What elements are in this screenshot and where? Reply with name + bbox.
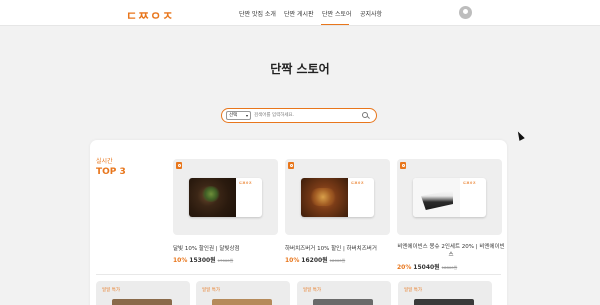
search-select-value: 선택: [229, 113, 238, 118]
daily-deal-card[interactable]: 일일 특가: [297, 281, 391, 305]
daily-deal-card[interactable]: 일일 특가: [96, 281, 190, 305]
product-name[interactable]: 하버치즈버거 10% 할인 | 하버치즈버거: [285, 244, 377, 252]
active-tab-indicator: [321, 24, 349, 25]
nav-item-store[interactable]: 단짠 스토어: [322, 9, 352, 18]
nav-item-board[interactable]: 단짠 게시판: [284, 9, 314, 18]
daily-deal-label: 일일 특가: [404, 288, 422, 293]
search-category-select[interactable]: 선택 ▾: [226, 111, 251, 120]
sale-price: 15040원: [413, 264, 440, 271]
product-name[interactable]: 달빛 10% 할인권 | 달빛상점: [173, 244, 240, 252]
product-card[interactable]: ㄷㅉㅇㅈ: [397, 159, 502, 235]
bookmark-icon[interactable]: [288, 162, 294, 169]
product-photo: [301, 178, 348, 217]
search-icon[interactable]: [362, 112, 368, 118]
original-price: 18800원: [441, 265, 458, 270]
daily-deal-label: 일일 특가: [303, 288, 321, 293]
original-price: 18000원: [329, 258, 346, 263]
gift-card-image: ㄷㅉㅇㅈ: [413, 178, 486, 217]
product-price: 10% 15300원 17000원: [173, 255, 233, 264]
bookmark-icon[interactable]: [176, 162, 182, 169]
nav-item-notice[interactable]: 공지사항: [360, 9, 382, 18]
product-name[interactable]: 비엔에이빈스 몽슈 2인세트 20% | 비엔에이빈스: [397, 243, 505, 259]
gift-logo: ㄷㅉㅇㅈ: [351, 181, 364, 185]
daily-deal-card[interactable]: 일일 특가: [196, 281, 290, 305]
chevron-down-icon: ▾: [245, 113, 248, 118]
daily-deal-label: 일일 특가: [202, 288, 220, 293]
section-divider: [96, 274, 501, 275]
main-nav: 단짠 맛집 소개 단짠 게시판 단짠 스토어 공지사항: [0, 9, 600, 25]
daily-deal-photo: [112, 299, 172, 305]
daily-deal-photo: [212, 299, 272, 305]
daily-deal-label: 일일 특가: [102, 288, 120, 293]
sale-price: 16200원: [301, 257, 328, 264]
page-title: 단짝 스토어: [270, 62, 330, 76]
gift-logo: ㄷㅉㅇㅈ: [239, 181, 252, 185]
discount-rate: 10%: [173, 257, 188, 264]
daily-deal-card[interactable]: 일일 특가: [398, 281, 492, 305]
product-card[interactable]: ㄷㅉㅇㅈ: [285, 159, 390, 235]
discount-rate: 20%: [397, 264, 412, 271]
product-price: 20% 15040원 18800원: [397, 262, 457, 271]
gift-logo: ㄷㅉㅇㅈ: [463, 181, 476, 185]
product-photo: [413, 178, 460, 217]
product-card[interactable]: ㄷㅉㅇㅈ: [173, 159, 278, 235]
gift-card-image: ㄷㅉㅇㅈ: [189, 178, 262, 217]
top-header: ㄷㅉㅇㅈ 단짠 맛집 소개 단짠 게시판 단짠 스토어 공지사항: [0, 0, 600, 26]
mouse-cursor-icon: [515, 130, 525, 141]
nav-item-restaurants[interactable]: 단짠 맛집 소개: [239, 9, 276, 18]
sale-price: 15300원: [189, 257, 216, 264]
product-photo: [189, 178, 236, 217]
original-price: 17000원: [217, 258, 234, 263]
realtime-label: 실시간: [96, 158, 113, 165]
realtime-heading: TOP 3: [96, 167, 126, 177]
search-bar: 선택 ▾ 검색어를 입력하세요.: [221, 108, 377, 123]
discount-rate: 10%: [285, 257, 300, 264]
bookmark-icon[interactable]: [400, 162, 406, 169]
daily-deal-photo: [313, 299, 373, 305]
product-price: 10% 16200원 18000원: [285, 255, 345, 264]
gift-card-image: ㄷㅉㅇㅈ: [301, 178, 374, 217]
user-avatar-icon[interactable]: [459, 6, 472, 19]
daily-deal-photo: [414, 299, 474, 305]
search-input[interactable]: 검색어를 입력하세요.: [254, 112, 294, 118]
